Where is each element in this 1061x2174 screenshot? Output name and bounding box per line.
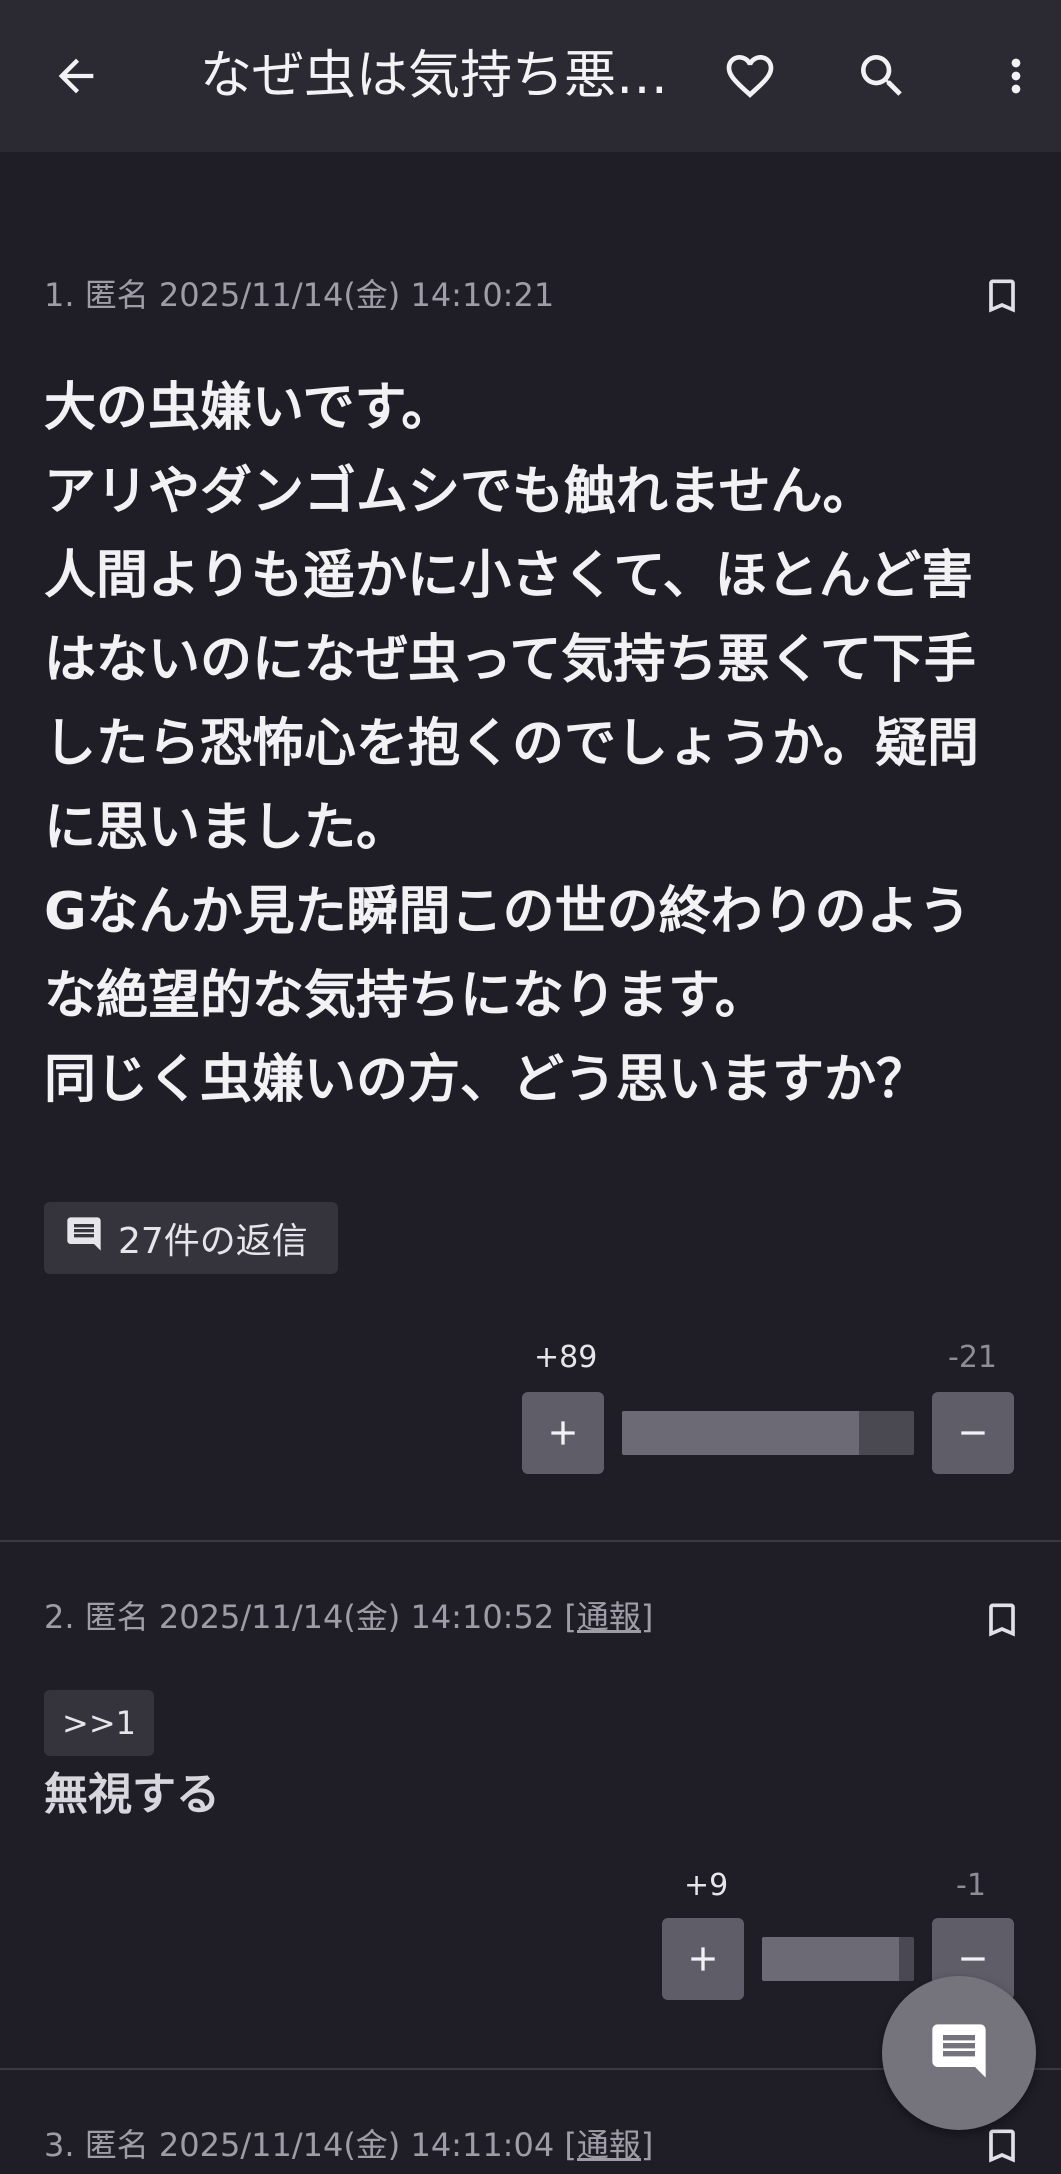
report-link[interactable]: [通報] [564,2126,653,2164]
app-bar: なぜ虫は気持ち悪… [0,0,1061,152]
bookmark-icon[interactable] [978,268,1026,324]
post-body: 大の虫嫌いです。 アリやダンゴムシでも触れません。 人間よりも遥かに小さくて、ほ… [44,366,1034,1122]
post-body-line: 同じく虫嫌いの方、どう思いますか？ [44,1050,929,1110]
comment-fab[interactable] [882,1976,1036,2130]
back-arrow-icon[interactable] [44,44,108,108]
bookmark-icon[interactable] [978,2118,1026,2174]
plus-count: +89 [534,1340,598,1375]
plus-button[interactable] [522,1392,604,1474]
minus-count: -1 [956,1868,986,1903]
post-body-line: 大の虫嫌いです。 [44,378,454,438]
replies-label: 27件の返信 [118,1221,308,1262]
comment-icon [927,2019,991,2087]
post-body-line: アリやダンゴムシでも触れません。 [44,462,875,522]
vote-ratio-fill [762,1937,899,1981]
anchor-link[interactable]: >>1 [44,1690,154,1756]
post-body-line: 人間よりも遥かに小さくて、ほとんど害 [44,546,974,606]
post-meta: 3. 匿名 2025/11/14(金) 14:11:04 [通報] [44,2120,653,2166]
divider [0,1540,1061,1542]
vote-ratio-fill [622,1411,859,1455]
heart-icon[interactable] [718,44,782,108]
report-link[interactable]: [通報] [564,1598,653,1636]
minus-button[interactable] [932,1392,1014,1474]
post-body-line: Gなんか見た瞬間この世の終わりのよう [44,882,971,942]
page-title: なぜ虫は気持ち悪… [200,46,669,106]
more-vert-icon[interactable] [984,44,1048,108]
replies-button[interactable]: 27件の返信 [44,1202,338,1274]
post-meta-text: 3. 匿名 2025/11/14(金) 14:11:04 [44,2126,565,2164]
post-body: 無視する [44,1769,220,1820]
vote-ratio-bar [762,1937,914,1981]
post-body-line: したら恐怖心を抱くのでしょうか。疑問 [44,714,979,774]
minus-count: -21 [948,1340,997,1375]
post-body-line: に思いました。 [44,798,409,858]
plus-count: +9 [684,1868,729,1903]
post-meta-text: 2. 匿名 2025/11/14(金) 14:10:52 [44,1598,565,1636]
plus-button[interactable] [662,1918,744,2000]
bookmark-icon[interactable] [978,1592,1026,1648]
post-meta: 1. 匿名 2025/11/14(金) 14:10:21 [44,276,555,314]
post-body-line: はないのになぜ虫って気持ち悪くて下手 [44,630,976,690]
post-body-line: な絶望的な気持ちになります。 [44,966,767,1026]
comment-icon [64,1214,104,1263]
post-meta: 2. 匿名 2025/11/14(金) 14:10:52 [通報] [44,1592,653,1638]
search-icon[interactable] [850,44,914,108]
vote-ratio-bar [622,1411,914,1455]
